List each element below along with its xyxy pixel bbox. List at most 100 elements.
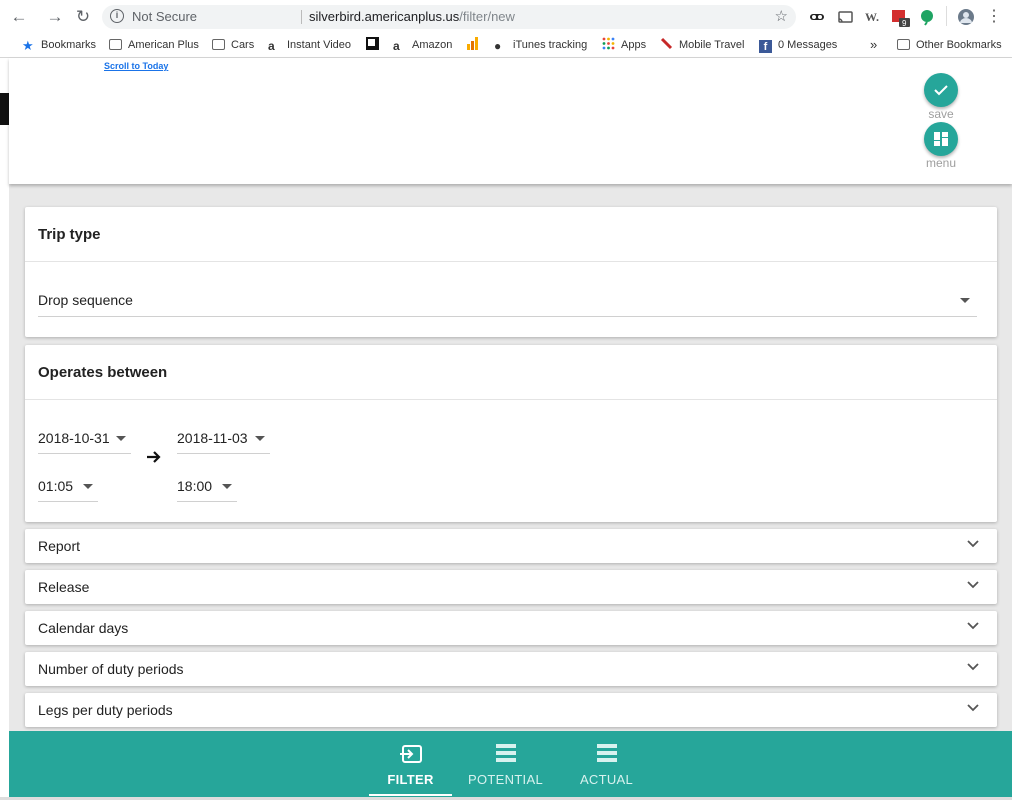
- chevron-down-icon: [967, 704, 979, 712]
- section-report[interactable]: Report: [25, 529, 997, 563]
- section-label: Release: [38, 579, 90, 595]
- end-time-value: 18:00: [177, 478, 213, 494]
- section-label: Report: [38, 538, 81, 554]
- profile-avatar[interactable]: [957, 8, 975, 26]
- bookmark-item[interactable]: a Instant Video: [268, 37, 351, 53]
- section-label: Legs per duty periods: [38, 702, 173, 718]
- bookmark-label: Instant Video: [287, 39, 352, 51]
- list-icon: [596, 744, 617, 762]
- list-icon: [495, 744, 516, 762]
- operates-between-title: Operates between: [38, 364, 168, 381]
- toolbar-separator: [946, 6, 947, 26]
- dashboard-icon: [934, 132, 948, 146]
- app-header: Scroll to Today save menu: [9, 58, 1012, 184]
- bookmark-item[interactable]: [466, 37, 485, 53]
- card-divider: [25, 261, 997, 262]
- url-path: /filter/new: [459, 9, 515, 24]
- filter-login-icon: [399, 745, 422, 763]
- dropdown-caret-icon: [960, 298, 970, 303]
- amazon-icon: a: [393, 39, 400, 53]
- end-date-select[interactable]: 2018-11-03: [177, 425, 270, 455]
- tab-filter[interactable]: FILTER: [369, 731, 452, 797]
- bookmark-label: Apps: [621, 39, 647, 51]
- trip-type-value: Drop sequence: [38, 292, 133, 308]
- bookmark-item[interactable]: ● iTunes tracking: [494, 37, 587, 53]
- forward-arrow-icon[interactable]: →: [44, 6, 66, 28]
- save-button[interactable]: [924, 73, 958, 107]
- back-arrow-icon[interactable]: ←: [8, 6, 30, 28]
- section-number-of-duty-periods[interactable]: Number of duty periods: [25, 652, 997, 686]
- tab-label: ACTUAL: [579, 772, 634, 787]
- bookmarks-bar: ★ Bookmarks American Plus Cars a Instant V…: [0, 34, 1012, 56]
- dropdown-caret-icon: [116, 436, 126, 441]
- dropdown-caret-icon: [222, 484, 232, 489]
- url-text[interactable]: silverbird.americanplus.us/filter/new: [309, 9, 515, 24]
- incognito-ext-icon[interactable]: [808, 8, 826, 26]
- select-underline: [177, 453, 270, 454]
- background-window-sliver: [0, 58, 9, 800]
- bookmark-item[interactable]: f 0 Messages: [759, 37, 837, 53]
- bookmark-label: Other Bookmarks: [916, 39, 1002, 51]
- url-host: silverbird.americanplus.us: [309, 9, 460, 24]
- star-icon: ★: [22, 38, 34, 53]
- bookmark-item[interactable]: Mobile Travel: [660, 37, 744, 53]
- bookmark-item[interactable]: Apps: [602, 37, 646, 53]
- reload-icon[interactable]: ↻: [72, 6, 94, 28]
- select-underline: [177, 501, 237, 502]
- bookmark-label: 0 Messages: [778, 39, 838, 51]
- bookmark-item[interactable]: ★ Bookmarks: [22, 37, 96, 53]
- section-calendar-days[interactable]: Calendar days: [25, 611, 997, 645]
- card-divider: [25, 399, 997, 400]
- end-time-select[interactable]: 18:00: [177, 473, 237, 503]
- kebab-menu-icon[interactable]: ⋮: [985, 8, 1003, 26]
- bookmark-label: Bookmarks: [41, 39, 97, 51]
- select-underline: [38, 501, 98, 502]
- address-bar[interactable]: i Not Secure silverbird.americanplus.us/…: [102, 5, 796, 29]
- trip-type-select[interactable]: Drop sequence: [38, 287, 977, 317]
- ext-badge: 9: [902, 19, 907, 28]
- tab-actual[interactable]: ACTUAL: [565, 731, 648, 797]
- bookmark-label: iTunes tracking: [513, 39, 588, 51]
- start-date-select[interactable]: 2018-10-31: [38, 425, 131, 455]
- chevron-down-icon: [967, 540, 979, 548]
- omnibox-separator: [301, 10, 302, 24]
- cast-icon[interactable]: [836, 8, 854, 26]
- tab-potential[interactable]: POTENTIAL: [464, 731, 547, 797]
- info-icon[interactable]: i: [110, 9, 124, 23]
- news-ext-icon[interactable]: 9: [891, 8, 910, 28]
- browser-chrome: ← → ↻ i Not Secure silverbird.americanpl…: [0, 0, 1012, 58]
- section-label: Number of duty periods: [38, 661, 184, 677]
- bookmark-item[interactable]: a Amazon: [393, 37, 452, 53]
- leaf-ext-icon[interactable]: [918, 8, 936, 26]
- facebook-icon: f: [759, 40, 772, 53]
- check-icon: [934, 85, 948, 96]
- active-tab-indicator: [369, 794, 452, 796]
- chevron-down-icon: [967, 663, 979, 671]
- section-legs-per-duty-periods[interactable]: Legs per duty periods: [25, 693, 997, 727]
- bookmarks-overflow-button[interactable]: »: [870, 37, 877, 53]
- bookmark-item[interactable]: Cars: [212, 37, 254, 53]
- scroll-to-today-link[interactable]: Scroll to Today: [104, 61, 168, 71]
- start-date-value: 2018-10-31: [38, 430, 110, 446]
- other-bookmarks[interactable]: Other Bookmarks: [897, 37, 1002, 53]
- operates-between-card: Operates between 2018-10-31 2018-11-03 0…: [25, 345, 997, 522]
- start-time-value: 01:05: [38, 478, 74, 494]
- bookmark-label: Cars: [231, 39, 255, 51]
- select-underline: [38, 316, 977, 317]
- folder-icon: [212, 39, 225, 50]
- wiki-ext-icon[interactable]: W.: [863, 8, 881, 26]
- bookmark-label: American Plus: [128, 39, 199, 51]
- bookmark-item[interactable]: [366, 37, 385, 53]
- bookmark-item[interactable]: American Plus: [109, 37, 199, 53]
- bookmark-label: Mobile Travel: [679, 39, 745, 51]
- section-label: Calendar days: [38, 620, 129, 636]
- bookmark-star-icon[interactable]: ☆: [775, 7, 788, 25]
- menu-label: menu: [925, 156, 957, 170]
- dropdown-caret-icon: [255, 436, 265, 441]
- apps-grid-icon: [602, 37, 615, 50]
- start-time-select[interactable]: 01:05: [38, 473, 98, 503]
- menu-button[interactable]: [924, 122, 958, 156]
- section-release[interactable]: Release: [25, 570, 997, 604]
- end-date-value: 2018-11-03: [177, 430, 248, 446]
- amazon-icon: a: [268, 39, 275, 53]
